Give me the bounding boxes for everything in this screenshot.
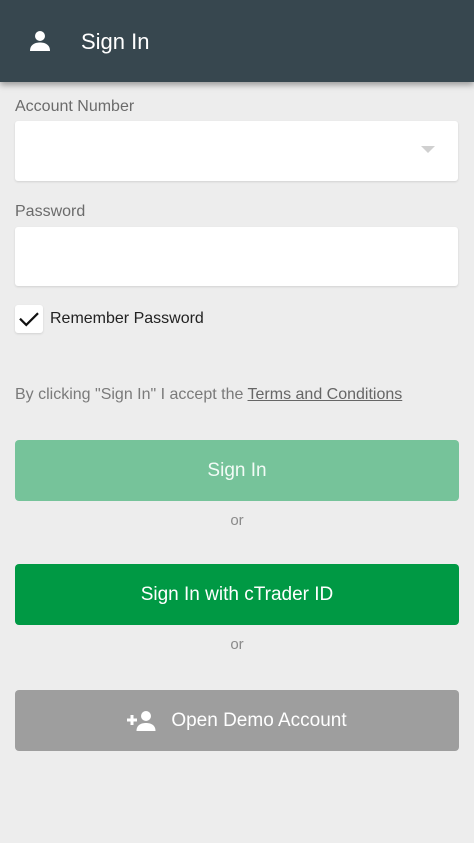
add-person-icon [127, 710, 156, 731]
password-field[interactable] [15, 227, 458, 286]
account-number-field[interactable] [15, 121, 458, 181]
page-title: Sign In [81, 29, 150, 54]
or-separator: or [230, 636, 244, 653]
or-separator: or [230, 512, 244, 529]
terms-notice: By clicking "Sign In" I accept the Terms… [15, 386, 402, 404]
open-demo-account-button[interactable]: Open Demo Account [15, 690, 459, 751]
sign-in-button[interactable]: Sign In [15, 440, 459, 501]
terms-prefix: By clicking "Sign In" I accept the [15, 386, 248, 403]
remember-password-checkbox[interactable] [15, 305, 43, 333]
password-label: Password [15, 203, 86, 220]
demo-label: Open Demo Account [171, 709, 347, 731]
terms-link[interactable]: Terms and Conditions [248, 386, 403, 403]
checkmark-icon [19, 312, 39, 327]
sign-in-label: Sign In [207, 459, 267, 481]
dropdown-arrow-icon[interactable] [421, 146, 435, 153]
person-icon [30, 31, 50, 51]
sign-in-ctrader-button[interactable]: Sign In with cTrader ID [15, 564, 459, 625]
app-header: Sign In [0, 0, 474, 82]
account-number-label: Account Number [15, 98, 135, 115]
remember-password-label: Remember Password [50, 310, 204, 327]
ctrader-label: Sign In with cTrader ID [140, 583, 334, 605]
